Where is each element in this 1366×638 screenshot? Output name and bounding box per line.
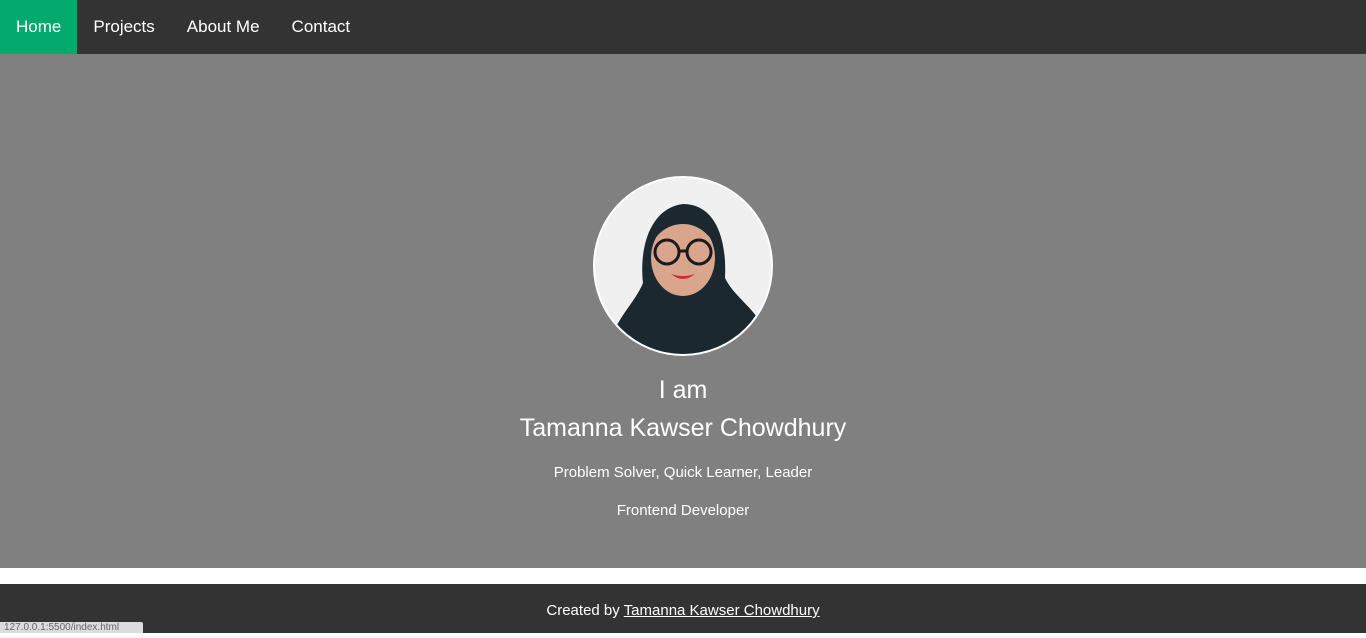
footer-author-link[interactable]: Tamanna Kawser Chowdhury — [624, 602, 820, 619]
hero-name: Tamanna Kawser Chowdhury — [519, 414, 847, 442]
hero-section: I am Tamanna Kawser Chowdhury Problem So… — [0, 54, 1366, 568]
nav-home[interactable]: Home — [0, 0, 78, 54]
profile-photo-icon — [595, 178, 771, 354]
nav-about-me[interactable]: About Me — [171, 0, 276, 54]
nav-contact[interactable]: Contact — [276, 0, 367, 54]
page-footer: Created by Tamanna Kawser Chowdhury — [0, 584, 1366, 633]
profile-avatar — [593, 176, 773, 356]
hero-role: Frontend Developer — [616, 502, 750, 519]
top-navbar: Home Projects About Me Contact — [0, 0, 1366, 54]
intro-line: I am — [658, 376, 708, 404]
nav-projects[interactable]: Projects — [77, 0, 170, 54]
browser-status-url: 127.0.0.1:5500/index.html — [0, 622, 143, 633]
hero-traits: Problem Solver, Quick Learner, Leader — [553, 464, 813, 481]
footer-prefix: Created by — [546, 602, 624, 619]
